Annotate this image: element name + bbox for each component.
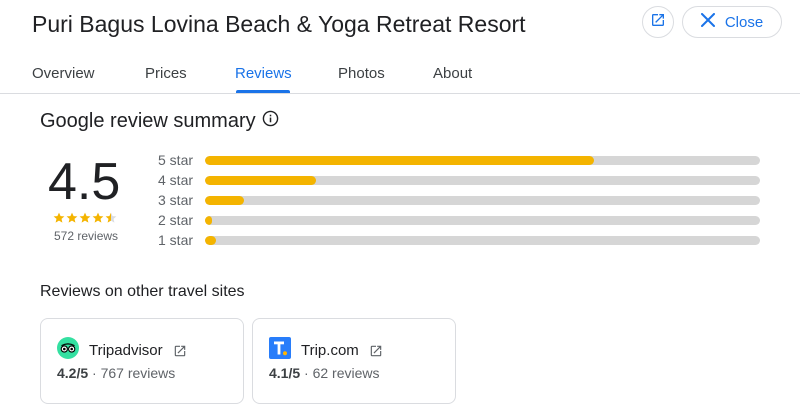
rating-row-label: 3 star: [158, 192, 194, 208]
rating-bar-track: [205, 215, 760, 225]
rating-row-2[interactable]: 2 star: [158, 210, 760, 230]
close-icon: [700, 13, 715, 31]
other-sites-heading: Reviews on other travel sites: [40, 283, 245, 300]
close-label: Close: [724, 13, 764, 31]
star-rating: [53, 212, 117, 224]
tab-photos[interactable]: Photos: [338, 65, 385, 82]
rating-bar-track: [205, 235, 760, 245]
info-icon[interactable]: [262, 110, 279, 133]
tab-about[interactable]: About: [433, 65, 472, 82]
rating-row-label: 2 star: [158, 212, 194, 228]
star-icon: [79, 212, 91, 223]
rating-bar-fill: [205, 175, 316, 185]
site-review-count: 767 reviews: [100, 365, 176, 381]
site-score: 4.1/5: [269, 365, 301, 381]
tab-overview[interactable]: Overview: [32, 65, 95, 82]
rating-bar-fill: [205, 155, 594, 165]
separator: ·: [304, 365, 313, 381]
rating-row-3[interactable]: 3 star: [158, 190, 760, 210]
open-in-new-icon: [650, 12, 666, 33]
rating-bar-fill: [205, 215, 212, 225]
star-icon: [66, 212, 78, 223]
site-rating: 4.2/5 · 767 reviews: [57, 365, 175, 381]
tab-bar: Overview Prices Reviews Photos About: [0, 56, 800, 94]
rating-bar-track: [205, 155, 760, 165]
review-summary-heading: Google review summary: [40, 110, 279, 133]
review-count: 572 reviews: [54, 229, 119, 243]
site-name: Trip.com: [301, 342, 359, 359]
external-link-icon: [173, 344, 187, 358]
site-name: Tripadvisor: [89, 342, 163, 359]
open-in-new-button[interactable]: [642, 6, 674, 38]
active-tab-indicator: [236, 90, 290, 93]
rating-row-1[interactable]: 1 star: [158, 230, 760, 250]
tripadvisor-logo-icon: [57, 337, 79, 364]
tripcom-card[interactable]: Trip.com 4.1/5 · 62 reviews: [252, 318, 456, 404]
star-icon: [53, 212, 65, 223]
rating-row-label: 5 star: [158, 152, 194, 168]
rating-bar-track: [205, 195, 760, 205]
overall-rating: 4.5: [48, 153, 121, 211]
close-button[interactable]: Close: [682, 6, 782, 38]
rating-row-label: 4 star: [158, 172, 194, 188]
rating-row-4[interactable]: 4 star: [158, 170, 760, 190]
site-score: 4.2/5: [57, 365, 89, 381]
tripcom-logo-icon: [269, 337, 291, 364]
star-icon: [105, 212, 117, 223]
star-icon: [92, 212, 104, 223]
tab-prices[interactable]: Prices: [145, 65, 187, 82]
site-rating: 4.1/5 · 62 reviews: [269, 365, 380, 381]
rating-bar-fill: [205, 235, 217, 245]
tripadvisor-card[interactable]: Tripadvisor 4.2/5 · 767 reviews: [40, 318, 244, 404]
tab-reviews[interactable]: Reviews: [235, 65, 292, 82]
hotel-title: Puri Bagus Lovina Beach & Yoga Retreat R…: [32, 11, 526, 37]
rating-bar-track: [205, 175, 760, 185]
review-summary-title: Google review summary: [40, 110, 256, 132]
external-link-icon: [369, 344, 383, 358]
separator: ·: [92, 365, 101, 381]
rating-bar-fill: [205, 195, 244, 205]
rating-row-label: 1 star: [158, 232, 194, 248]
site-review-count: 62 reviews: [312, 365, 380, 381]
rating-row-5[interactable]: 5 star: [158, 150, 760, 170]
